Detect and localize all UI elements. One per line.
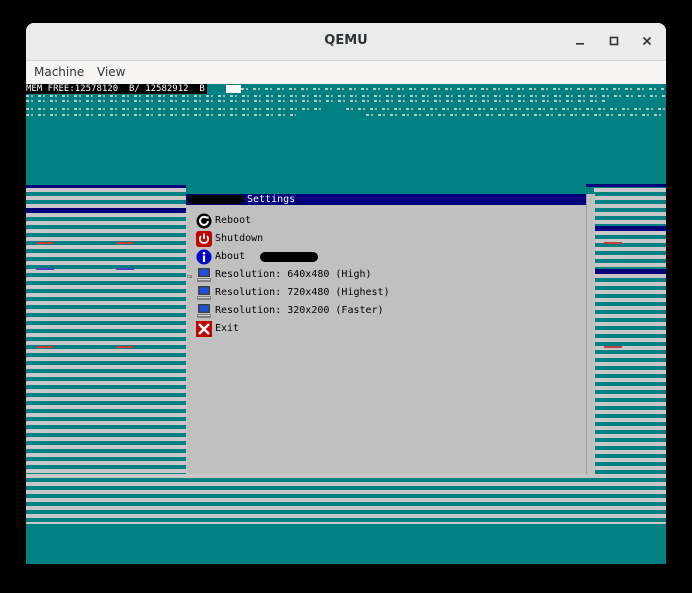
screen-artifact bbox=[116, 268, 134, 270]
menu-view[interactable]: View bbox=[97, 65, 125, 79]
window-title: QEMU bbox=[324, 33, 368, 48]
mem-free-readout: MEM FREE:12578120 B/ 12582912 B bbox=[26, 84, 207, 94]
info-icon bbox=[196, 249, 212, 265]
screen-artifact bbox=[26, 114, 296, 116]
guest-screen[interactable]: MEM FREE:12578120 B/ 12582912 B Settings… bbox=[26, 84, 666, 564]
dialog-scrollbar[interactable] bbox=[586, 194, 595, 474]
maximize-button[interactable] bbox=[605, 32, 623, 50]
settings-dialog: Settings Reboot Shutdown About ⇨ Resolut… bbox=[186, 194, 586, 474]
text-cursor bbox=[226, 85, 241, 93]
screen-artifact bbox=[26, 100, 606, 102]
screen-artifact bbox=[116, 346, 134, 348]
screen-artifact bbox=[36, 346, 54, 348]
screen-artifact bbox=[26, 474, 666, 524]
menu-item-label: About bbox=[215, 251, 246, 262]
monitor-icon bbox=[197, 268, 211, 282]
close-button[interactable] bbox=[638, 32, 656, 50]
screen-artifact bbox=[604, 346, 622, 348]
close-icon bbox=[642, 36, 652, 46]
titlebar[interactable]: QEMU bbox=[26, 23, 666, 61]
screen-artifact bbox=[36, 268, 54, 270]
monitor-icon bbox=[197, 304, 211, 318]
monitor-icon bbox=[197, 286, 211, 300]
menu-item-label: Exit bbox=[215, 323, 240, 334]
menu-item-resolution-720x480[interactable]: Resolution: 720x480 (Highest) bbox=[196, 284, 576, 302]
redacted-mark bbox=[188, 195, 244, 204]
menubar: Machine View bbox=[26, 61, 666, 84]
exit-icon bbox=[196, 321, 212, 337]
screen-artifact bbox=[594, 231, 666, 269]
screen-artifact bbox=[26, 188, 186, 208]
qemu-window: QEMU Machine View MEM FREE:12578120 B/ 1… bbox=[26, 23, 666, 564]
screen-artifact bbox=[241, 88, 666, 90]
maximize-icon bbox=[609, 36, 619, 46]
minimize-icon bbox=[576, 43, 584, 45]
selection-pointer-icon: ⇨ bbox=[187, 272, 193, 282]
screen-artifact bbox=[586, 184, 666, 187]
menu-item-resolution-320x200[interactable]: Resolution: 320x200 (Faster) bbox=[196, 302, 576, 320]
menu-item-about[interactable]: About bbox=[196, 248, 576, 266]
screen-artifact bbox=[26, 95, 666, 97]
menu-item-label: Resolution: 320x200 (Faster) bbox=[215, 305, 384, 316]
screen-artifact bbox=[366, 114, 666, 116]
menu-item-reboot[interactable]: Reboot bbox=[196, 212, 576, 230]
dialog-titlebar[interactable]: Settings bbox=[186, 194, 586, 205]
dialog-title: Settings bbox=[247, 194, 296, 205]
menu-item-exit[interactable]: Exit bbox=[196, 320, 576, 338]
menu-item-label: Resolution: 720x480 (Highest) bbox=[215, 287, 390, 298]
menu-item-label: Shutdown bbox=[215, 233, 264, 244]
menu-item-label: Resolution: 640x480 (High) bbox=[215, 269, 372, 280]
reboot-icon bbox=[196, 213, 212, 229]
screen-artifact bbox=[346, 108, 666, 110]
power-icon bbox=[196, 231, 212, 247]
redacted-mark bbox=[260, 252, 318, 262]
screen-artifact bbox=[36, 242, 54, 244]
menu-machine[interactable]: Machine bbox=[34, 65, 84, 79]
screen-artifact bbox=[26, 108, 326, 110]
menu-item-label: Reboot bbox=[215, 215, 252, 226]
minimize-button[interactable] bbox=[571, 32, 589, 50]
menu-item-resolution-640x480[interactable]: Resolution: 640x480 (High) bbox=[196, 266, 576, 284]
menu-item-shutdown[interactable]: Shutdown bbox=[196, 230, 576, 248]
screen-artifact bbox=[116, 242, 134, 244]
screen-artifact bbox=[604, 242, 622, 244]
screen-artifact bbox=[594, 188, 666, 226]
